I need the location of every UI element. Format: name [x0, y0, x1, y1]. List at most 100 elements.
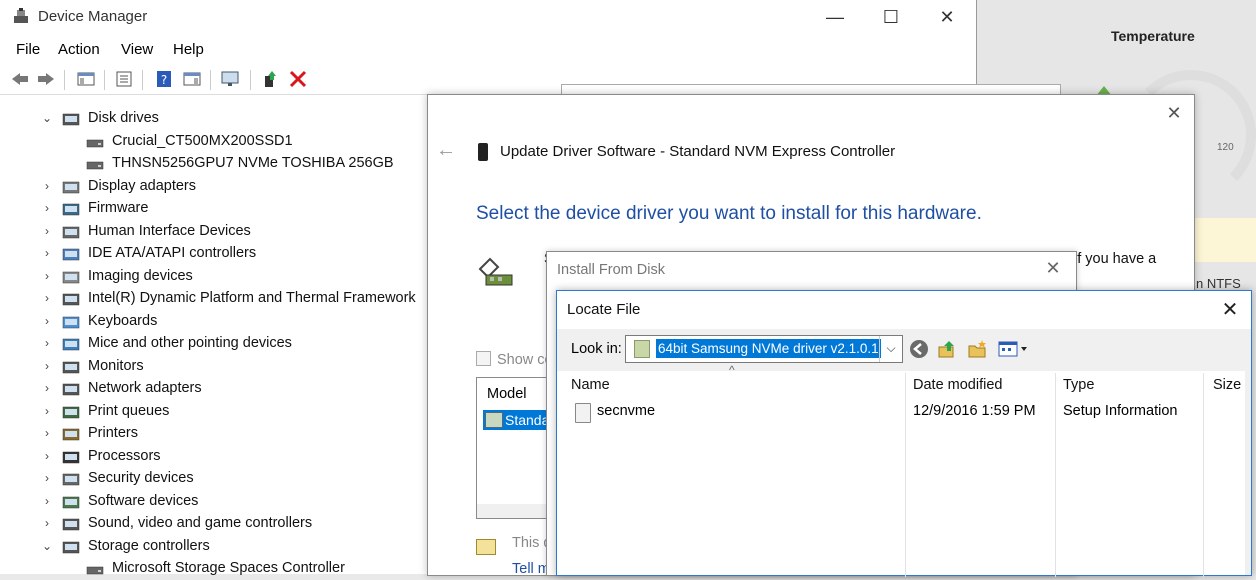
chevron-right-icon[interactable]: ›	[40, 516, 54, 530]
chevron-right-icon[interactable]: ›	[40, 426, 54, 440]
device-category-icon	[62, 203, 80, 216]
tree-category[interactable]: › IDE ATA/ATAPI controllers	[0, 243, 430, 265]
uninstall-x-icon[interactable]	[288, 70, 308, 88]
new-folder-icon[interactable]	[967, 339, 987, 359]
chevron-right-icon[interactable]: ›	[40, 246, 54, 260]
tree-category[interactable]: › Network adapters	[0, 378, 430, 400]
tree-category[interactable]: › Printers	[0, 423, 430, 445]
gauge-label: 120	[1217, 142, 1234, 153]
toolbar-separator	[64, 70, 65, 90]
action-pane-icon[interactable]	[182, 70, 202, 88]
view-menu-icon[interactable]	[997, 339, 1029, 359]
setup-file-icon	[575, 403, 591, 423]
disk-drive-icon	[86, 566, 104, 575]
column-type[interactable]: Type	[1063, 377, 1094, 393]
file-type: Setup Information	[1063, 403, 1178, 419]
column-size[interactable]: Size	[1213, 377, 1241, 393]
tree-item-label: IDE ATA/ATAPI controllers	[88, 245, 257, 261]
tree-category[interactable]: › Intel(R) Dynamic Platform and Thermal F…	[0, 288, 430, 310]
close-icon[interactable]: ✕	[1162, 103, 1186, 127]
maximize-button[interactable]: ☐	[868, 4, 914, 30]
tree-category[interactable]: › Firmware	[0, 198, 430, 220]
chevron-right-icon[interactable]: ›	[40, 224, 54, 238]
menu-file[interactable]: File	[16, 41, 40, 58]
tree-category[interactable]: › Keyboards	[0, 311, 430, 333]
file-row[interactable]: secnvme 12/9/2016 1:59 PM Setup Informat…	[557, 401, 1251, 423]
chevron-right-icon[interactable]: ›	[40, 314, 54, 328]
console-tree-icon[interactable]	[76, 70, 96, 88]
chevron-right-icon[interactable]: ›	[40, 201, 54, 215]
tree-category[interactable]: › Software devices	[0, 491, 430, 513]
device-category-icon	[62, 428, 80, 441]
chevron-down-icon[interactable]: ⌵	[879, 336, 902, 362]
go-back-icon[interactable]	[909, 339, 929, 359]
file-name: secnvme	[597, 403, 656, 419]
tree-category[interactable]: ⌄ Disk drives	[0, 108, 430, 130]
chevron-right-icon[interactable]: ›	[40, 449, 54, 463]
chevron-right-icon[interactable]: ›	[40, 359, 54, 373]
tree-category[interactable]: › Sound, video and game controllers	[0, 513, 430, 535]
tree-item-label: Sound, video and game controllers	[88, 515, 313, 531]
tree-category[interactable]: › Imaging devices	[0, 266, 430, 288]
device-category-icon	[62, 361, 80, 373]
chevron-right-icon[interactable]: ›	[40, 269, 54, 283]
chevron-right-icon[interactable]: ›	[40, 404, 54, 418]
description-text-end: if you have a	[1074, 251, 1157, 267]
chevron-down-icon[interactable]: ⌄	[40, 539, 54, 553]
device-category-icon	[62, 316, 80, 328]
minimize-button[interactable]: —	[812, 4, 858, 30]
close-icon[interactable]: ✕	[1217, 297, 1243, 322]
look-in-dropdown[interactable]: 64bit Samsung NVMe driver v2.1.0.1 ⌵	[625, 335, 903, 363]
device-category-icon	[62, 473, 80, 486]
forward-arrow-icon[interactable]	[36, 70, 56, 88]
vertical-scrollbar[interactable]	[1245, 371, 1251, 575]
column-date-modified[interactable]: Date modified	[913, 377, 1002, 393]
tree-device[interactable]: THNSN5256GPU7 NVMe TOSHIBA 256GB	[0, 153, 430, 175]
tree-item-label: Printers	[88, 425, 138, 441]
menu-view[interactable]: View	[121, 41, 153, 58]
show-compatible-checkbox[interactable]: Show co	[476, 351, 553, 368]
help-icon[interactable]: ?	[154, 70, 174, 88]
device-category-icon	[62, 226, 80, 238]
tree-item-label: Print queues	[88, 402, 170, 419]
close-button[interactable]: ✕	[924, 4, 970, 30]
tree-category[interactable]: › Monitors	[0, 356, 430, 378]
tree-device[interactable]: Crucial_CT500MX200SSD1	[0, 131, 430, 153]
back-arrow-icon[interactable]	[10, 70, 30, 88]
tree-item-label: Security devices	[88, 470, 194, 486]
tree-category[interactable]: › Security devices	[0, 468, 430, 490]
chevron-right-icon[interactable]: ›	[40, 179, 54, 193]
menu-help[interactable]: Help	[173, 41, 204, 58]
tree-device[interactable]: Microsoft Storage Spaces Controller	[0, 558, 430, 580]
chevron-down-icon[interactable]: ⌄	[40, 111, 54, 125]
menu-action[interactable]: Action	[58, 41, 100, 58]
model-list-item[interactable]: Standa	[483, 410, 553, 430]
tree-item-label: Intel(R) Dynamic Platform and Thermal Fr…	[88, 290, 416, 306]
chevron-right-icon[interactable]: ›	[40, 336, 54, 350]
chevron-right-icon[interactable]: ›	[40, 291, 54, 305]
tree-category[interactable]: › Print queues	[0, 401, 430, 423]
tree-category[interactable]: › Mice and other pointing devices	[0, 333, 430, 355]
update-driver-icon[interactable]	[260, 70, 280, 88]
disk-drive-icon	[86, 161, 104, 170]
look-in-bar: Look in: 64bit Samsung NVMe driver v2.1.…	[557, 329, 1251, 371]
device-category-icon	[62, 271, 80, 283]
tree-category[interactable]: › Processors	[0, 446, 430, 468]
tree-category[interactable]: ⌄ Storage controllers	[0, 536, 430, 558]
tree-category[interactable]: › Human Interface Devices	[0, 221, 430, 243]
close-icon[interactable]: ✕	[1042, 258, 1064, 279]
tree-item-label: Disk drives	[88, 110, 159, 126]
tree-category[interactable]: › Display adapters	[0, 176, 430, 198]
column-name[interactable]: Name	[571, 377, 610, 393]
up-folder-icon[interactable]	[937, 339, 957, 359]
chevron-right-icon[interactable]: ›	[40, 381, 54, 395]
driver-icon	[485, 412, 503, 428]
checkbox-icon	[476, 351, 491, 366]
back-arrow-icon[interactable]: ←	[436, 139, 456, 162]
update-driver-title: Update Driver Software - Standard NVM Ex…	[500, 143, 896, 160]
scan-hardware-icon[interactable]	[220, 70, 240, 88]
chevron-right-icon[interactable]: ›	[40, 471, 54, 485]
chevron-right-icon[interactable]: ›	[40, 494, 54, 508]
model-column-header: Model	[487, 386, 527, 402]
properties-icon[interactable]	[114, 70, 134, 88]
